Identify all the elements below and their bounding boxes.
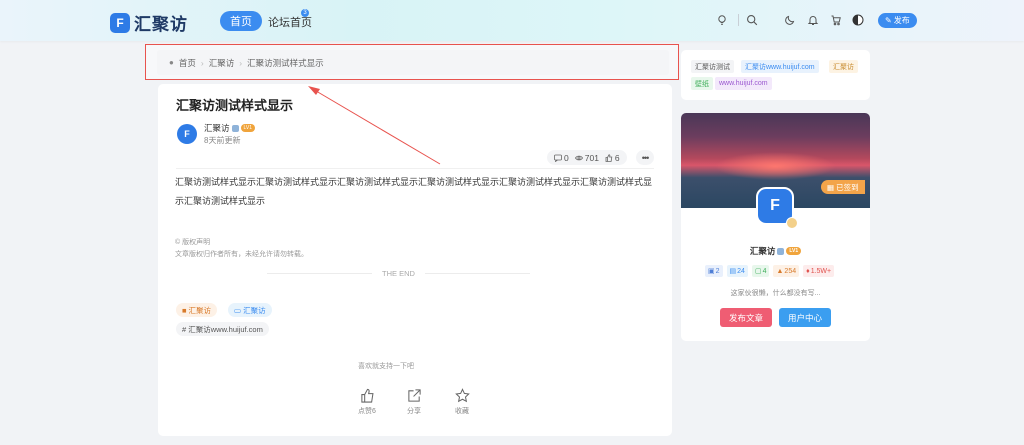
calendar-icon: ▦ — [827, 182, 835, 192]
profile-name-row: 汇聚访 LV1 — [681, 245, 870, 257]
category-icon: ■ — [182, 305, 187, 315]
location-pin-icon: ● — [169, 58, 174, 67]
copyright-label: © 版权声明 — [175, 239, 211, 246]
folder-tag[interactable]: ▭ 汇聚访 — [228, 303, 272, 317]
site-logo[interactable]: F 汇聚访 — [110, 10, 188, 35]
profile-stat-comments: ▣ 2 — [705, 265, 723, 277]
likes-stat[interactable]: 6 — [605, 153, 620, 163]
logo-mark: F — [110, 12, 130, 33]
moon-icon[interactable] — [783, 13, 797, 27]
category-tag[interactable]: ■ 汇聚访 — [176, 303, 218, 317]
tag-cloud-item[interactable]: www.huijuf.com — [715, 77, 772, 90]
vip-icon — [777, 247, 785, 255]
vip-icon — [231, 124, 239, 132]
user-center-button[interactable]: 用户中心 — [779, 308, 832, 327]
forum-badge: 3 — [301, 9, 309, 17]
breadcrumb-separator: › — [239, 57, 243, 68]
eye-icon — [574, 155, 583, 160]
logo-text: 汇聚访 — [134, 15, 188, 34]
thumb-up-icon — [605, 153, 613, 162]
article-card: 汇聚访测试样式显示 F 汇聚访 LV1 8天前更新 0 701 6 ••• 汇聚… — [158, 84, 672, 436]
folder-icon: ▭ — [234, 305, 242, 315]
publish-article-button[interactable]: 发布文章 — [720, 308, 773, 327]
breadcrumb-category[interactable]: 汇聚访 — [209, 57, 235, 69]
breadcrumb-current: 汇聚访测试样式显示 — [247, 57, 324, 68]
the-end-divider: THE END — [267, 269, 531, 278]
profile-stats: ▣ 2 ▤ 24 ▢ 4 ▲ 254 ♦ 1.5W+ — [705, 265, 835, 277]
breadcrumb-separator: › — [200, 57, 204, 68]
comment-stat[interactable]: 0 — [554, 153, 569, 163]
article-stats: 0 701 6 — [547, 150, 627, 165]
share-button[interactable]: 分享 — [399, 388, 429, 416]
tag-cloud: 汇聚访测试 汇聚访www.huijuf.com 汇聚访 壁纸 www.huiju… — [681, 50, 870, 100]
support-text: 喜欢就支持一下吧 — [358, 363, 414, 370]
header-divider — [738, 14, 739, 26]
profile-bio: 这家伙很懒，什么都没有写... — [730, 290, 821, 297]
publish-button[interactable]: ✎ 发布 — [878, 13, 917, 28]
tag-cloud-item[interactable]: 汇聚访测试 — [691, 60, 734, 73]
the-end-text: THE END — [382, 269, 415, 278]
views-stat: 701 — [574, 153, 599, 163]
favorite-button[interactable]: 收藏 — [447, 388, 477, 416]
profile-stat-chats: ▢ 4 — [751, 265, 770, 277]
tag-cloud-item[interactable]: 汇聚访www.huijuf.com — [741, 60, 819, 73]
breadcrumb-home[interactable]: 首页 — [179, 57, 196, 69]
cart-icon[interactable] — [829, 13, 843, 27]
tag-cloud-item[interactable]: 汇聚访 — [829, 60, 858, 73]
search-icon[interactable] — [745, 13, 759, 27]
bell-icon[interactable] — [806, 13, 820, 27]
author-name[interactable]: 汇聚访 — [204, 122, 230, 134]
author-info: 汇聚访 LV1 — [204, 122, 256, 134]
star-icon — [454, 388, 470, 403]
theme-icon[interactable] — [851, 13, 865, 27]
author-avatar[interactable]: F — [177, 124, 197, 144]
like-button[interactable]: 点赞6 — [352, 388, 382, 416]
pen-icon: ✎ — [885, 16, 892, 25]
hashtag-tag[interactable]: # 汇聚访www.huijuf.com — [176, 322, 269, 336]
copyright-text: 文章版权归作者所有，未经允许请勿转载。 — [175, 251, 308, 258]
lightbulb-icon[interactable] — [715, 13, 729, 27]
profile-name[interactable]: 汇聚访 — [750, 245, 776, 257]
level-badge: LV1 — [240, 124, 256, 132]
more-options-button[interactable]: ••• — [636, 150, 654, 165]
comment-icon — [554, 154, 562, 162]
article-body: 汇聚访测试样式显示汇聚访测试样式显示汇聚访测试样式显示汇聚访测试样式显示汇聚访测… — [175, 177, 653, 206]
signed-in-badge[interactable]: ▦ 已签到 — [821, 180, 865, 194]
updated-time: 8天前更新 — [204, 136, 241, 145]
tag-cloud-item[interactable]: 壁纸 — [691, 77, 713, 90]
author-profile-card: ▦ 已签到 F 汇聚访 LV1 ▣ 2 ▤ 24 ▢ 4 ▲ 254 ♦ 1.5W+ 这家… — [681, 113, 870, 341]
top-header: F 汇聚访 首页 论坛首页 3 ✎ 发布 — [0, 0, 1024, 41]
profile-stat-popularity: ♦ 1.5W+ — [803, 265, 835, 277]
breadcrumb-highlight-box: ● 首页 › 汇聚访 › 汇聚访测试样式显示 — [145, 44, 679, 80]
article-title: 汇聚访测试样式显示 — [176, 98, 294, 113]
nav-home[interactable]: 首页 — [220, 11, 262, 31]
profile-stat-posts: ▤ 24 — [726, 265, 748, 277]
crown-badge-icon — [786, 217, 798, 229]
profile-stat-likes: ▲ 254 — [773, 265, 800, 277]
thumb-up-icon — [360, 388, 374, 403]
share-icon — [407, 389, 421, 402]
divider — [176, 168, 654, 169]
publish-label: 发布 — [893, 16, 910, 25]
level-badge: LV1 — [786, 247, 802, 255]
breadcrumb: ● 首页 › 汇聚访 › 汇聚访测试样式显示 — [157, 50, 669, 75]
